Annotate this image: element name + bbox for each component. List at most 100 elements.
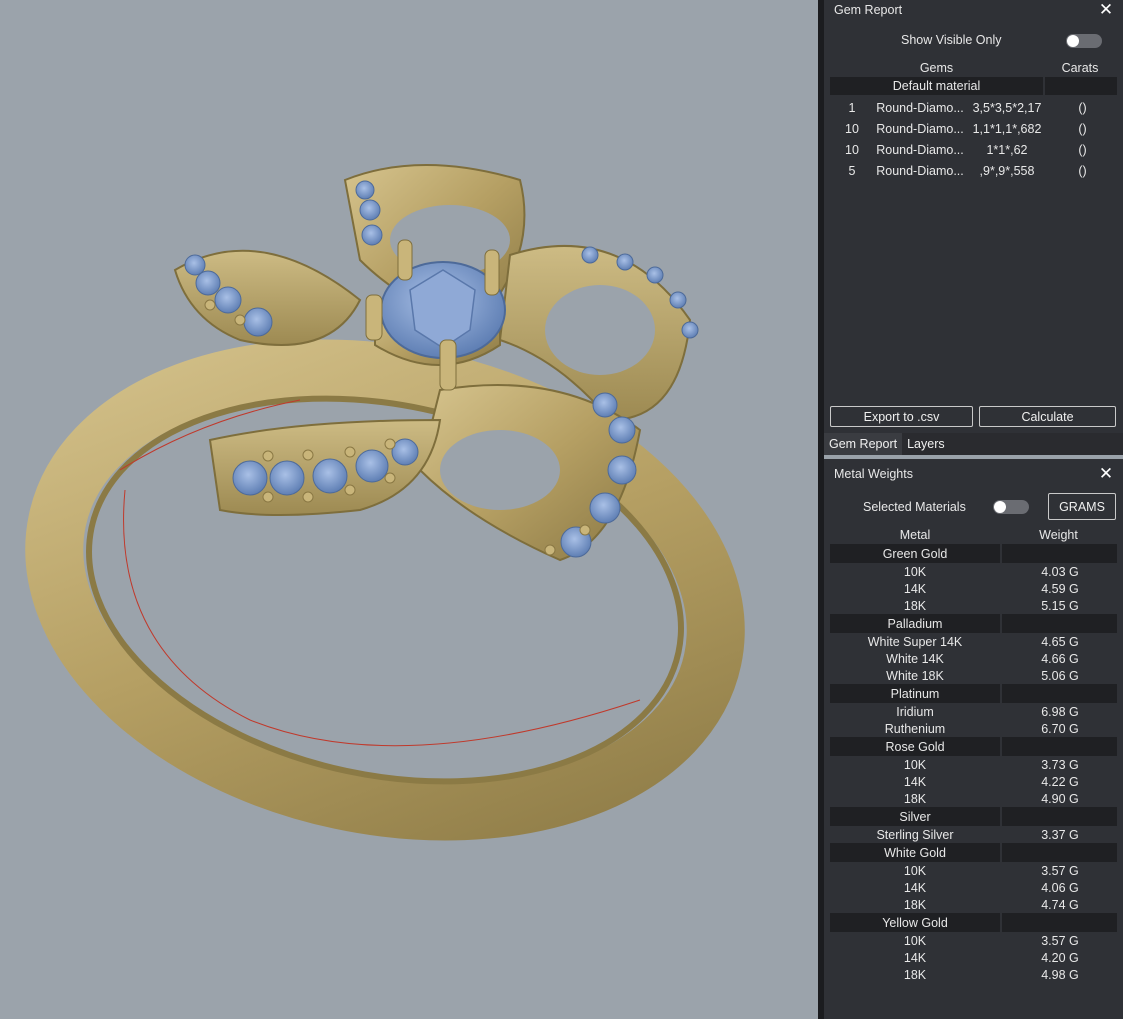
metal-group-row: Yellow Gold (830, 913, 1117, 932)
metal-name: Iridium (896, 704, 934, 719)
gem-row[interactable]: 5 Round-Diamo... ,9*,9*,558 () (830, 160, 1117, 181)
metal-name: 10K (903, 757, 927, 772)
gem-count: 10 (845, 121, 859, 136)
metal-row[interactable]: 14K 4.20 G (830, 949, 1117, 966)
col-weight: Weight (1039, 528, 1078, 542)
metal-name: White Super 14K (867, 634, 963, 649)
panel-tabs: Gem Report Layers (824, 433, 1123, 455)
gem-report-header: Gem Report ✕ (824, 0, 1123, 20)
metal-weight: 4.59 G (1041, 581, 1079, 596)
selected-materials-toggle[interactable] (993, 500, 1029, 514)
metal-weight: 5.06 G (1041, 668, 1079, 683)
metal-group-row: Green Gold (830, 544, 1117, 563)
metal-name: 18K (903, 967, 927, 982)
metal-group-name: Silver (830, 807, 1000, 826)
metal-row[interactable]: White Super 14K 4.65 G (830, 633, 1117, 650)
metal-name: Ruthenium (884, 721, 946, 736)
metal-weight: 4.06 G (1041, 880, 1079, 895)
gem-section-carats (1043, 77, 1117, 95)
metal-row[interactable]: Iridium 6.98 G (830, 703, 1117, 720)
metal-weight: 6.98 G (1041, 704, 1079, 719)
close-icon[interactable]: ✕ (1097, 465, 1115, 483)
metal-group-row: Rose Gold (830, 737, 1117, 756)
close-icon[interactable]: ✕ (1097, 1, 1115, 19)
col-metal: Metal (899, 528, 931, 542)
gem-rows: 1 Round-Diamo... 3,5*3,5*2,17 () 10 Roun… (824, 97, 1123, 181)
metal-group-weight (1002, 684, 1117, 703)
gem-count: 10 (845, 142, 859, 157)
metal-weight: 4.66 G (1041, 651, 1079, 666)
metal-table-body: Green Gold 10K 4.03 G 14K 4.59 G 18K 5.15 G… (824, 544, 1123, 983)
gem-row[interactable]: 1 Round-Diamo... 3,5*3,5*2,17 () (830, 97, 1117, 118)
metal-name: 10K (903, 863, 927, 878)
gem-name: Round-Diamo... (876, 100, 964, 115)
metal-row[interactable]: 14K 4.22 G (830, 773, 1117, 790)
metal-weight: 4.90 G (1041, 791, 1079, 806)
metal-weight: 3.57 G (1041, 933, 1079, 948)
export-csv-button[interactable]: Export to .csv (830, 406, 973, 427)
metal-group-weight (1002, 614, 1117, 633)
gem-report-title: Gem Report (834, 3, 903, 17)
metal-group-name: White Gold (830, 843, 1000, 862)
metal-weight: 4.74 G (1041, 897, 1079, 912)
gem-carats: () (1078, 163, 1087, 178)
gem-count: 5 (848, 163, 856, 178)
gem-table-header: Gems Carats (830, 59, 1117, 77)
metal-name: 10K (903, 933, 927, 948)
gem-row[interactable]: 10 Round-Diamo... 1*1*,62 () (830, 139, 1117, 160)
metal-name: 18K (903, 598, 927, 613)
metal-group-weight (1002, 737, 1117, 756)
gem-size: 3,5*3,5*2,17 (972, 100, 1042, 115)
gem-row[interactable]: 10 Round-Diamo... 1,1*1,1*,682 () (830, 118, 1117, 139)
gem-name: Round-Diamo... (876, 163, 964, 178)
metal-weights-panel: Metal Weights ✕ Selected Materials GRAMS… (824, 459, 1123, 1019)
metal-name: 14K (903, 774, 927, 789)
metal-row[interactable]: 18K 5.15 G (830, 597, 1117, 614)
metal-weight: 4.98 G (1041, 967, 1079, 982)
metal-name: 18K (903, 791, 927, 806)
metal-group-name: Yellow Gold (830, 913, 1000, 932)
metal-group-name: Green Gold (830, 544, 1000, 563)
metal-weight: 4.20 G (1041, 950, 1079, 965)
gem-name: Round-Diamo... (876, 121, 964, 136)
gem-size: 1,1*1,1*,682 (972, 121, 1042, 136)
metal-row[interactable]: 10K 3.73 G (830, 756, 1117, 773)
metal-row[interactable]: 18K 4.90 G (830, 790, 1117, 807)
units-button[interactable]: GRAMS (1048, 493, 1116, 520)
gem-report-panel: Gem Report ✕ Show Visible Only Gems Cara… (824, 0, 1123, 433)
metal-weight: 4.03 G (1041, 564, 1079, 579)
show-visible-toggle[interactable] (1066, 34, 1102, 48)
metal-row[interactable]: 14K 4.06 G (830, 879, 1117, 896)
metal-group-weight (1002, 913, 1117, 932)
metal-table-header: Metal Weight (830, 526, 1117, 544)
metal-group-name: Rose Gold (830, 737, 1000, 756)
metal-weight: 4.22 G (1041, 774, 1079, 789)
col-carats: Carats (1061, 61, 1099, 75)
metal-row[interactable]: 10K 4.03 G (830, 563, 1117, 580)
metal-group-weight (1002, 807, 1117, 826)
metal-name: 14K (903, 950, 927, 965)
3d-viewport[interactable] (0, 0, 820, 1019)
metal-row[interactable]: 18K 4.74 G (830, 896, 1117, 913)
selected-materials-label: Selected Materials (863, 500, 966, 514)
metal-group-weight (1002, 544, 1117, 563)
metal-row[interactable]: White 18K 5.06 G (830, 667, 1117, 684)
metal-name: 18K (903, 897, 927, 912)
toggle-knob (994, 501, 1006, 513)
tab-gem-report[interactable]: Gem Report (824, 433, 903, 455)
ring-model[interactable] (0, 0, 820, 1019)
metal-weight: 3.37 G (1041, 827, 1079, 842)
metal-row[interactable]: 18K 4.98 G (830, 966, 1117, 983)
metal-name: White 14K (886, 651, 944, 666)
gem-size: 1*1*,62 (986, 142, 1028, 157)
metal-row[interactable]: Ruthenium 6.70 G (830, 720, 1117, 737)
metal-row[interactable]: White 14K 4.66 G (830, 650, 1117, 667)
metal-row[interactable]: 10K 3.57 G (830, 932, 1117, 949)
metal-weight: 4.65 G (1041, 634, 1079, 649)
gem-section-name: Default material (892, 79, 981, 93)
metal-row[interactable]: 10K 3.57 G (830, 862, 1117, 879)
metal-row[interactable]: 14K 4.59 G (830, 580, 1117, 597)
calculate-button[interactable]: Calculate (979, 406, 1116, 427)
tab-layers[interactable]: Layers (902, 433, 950, 455)
metal-row[interactable]: Sterling Silver 3.37 G (830, 826, 1117, 843)
